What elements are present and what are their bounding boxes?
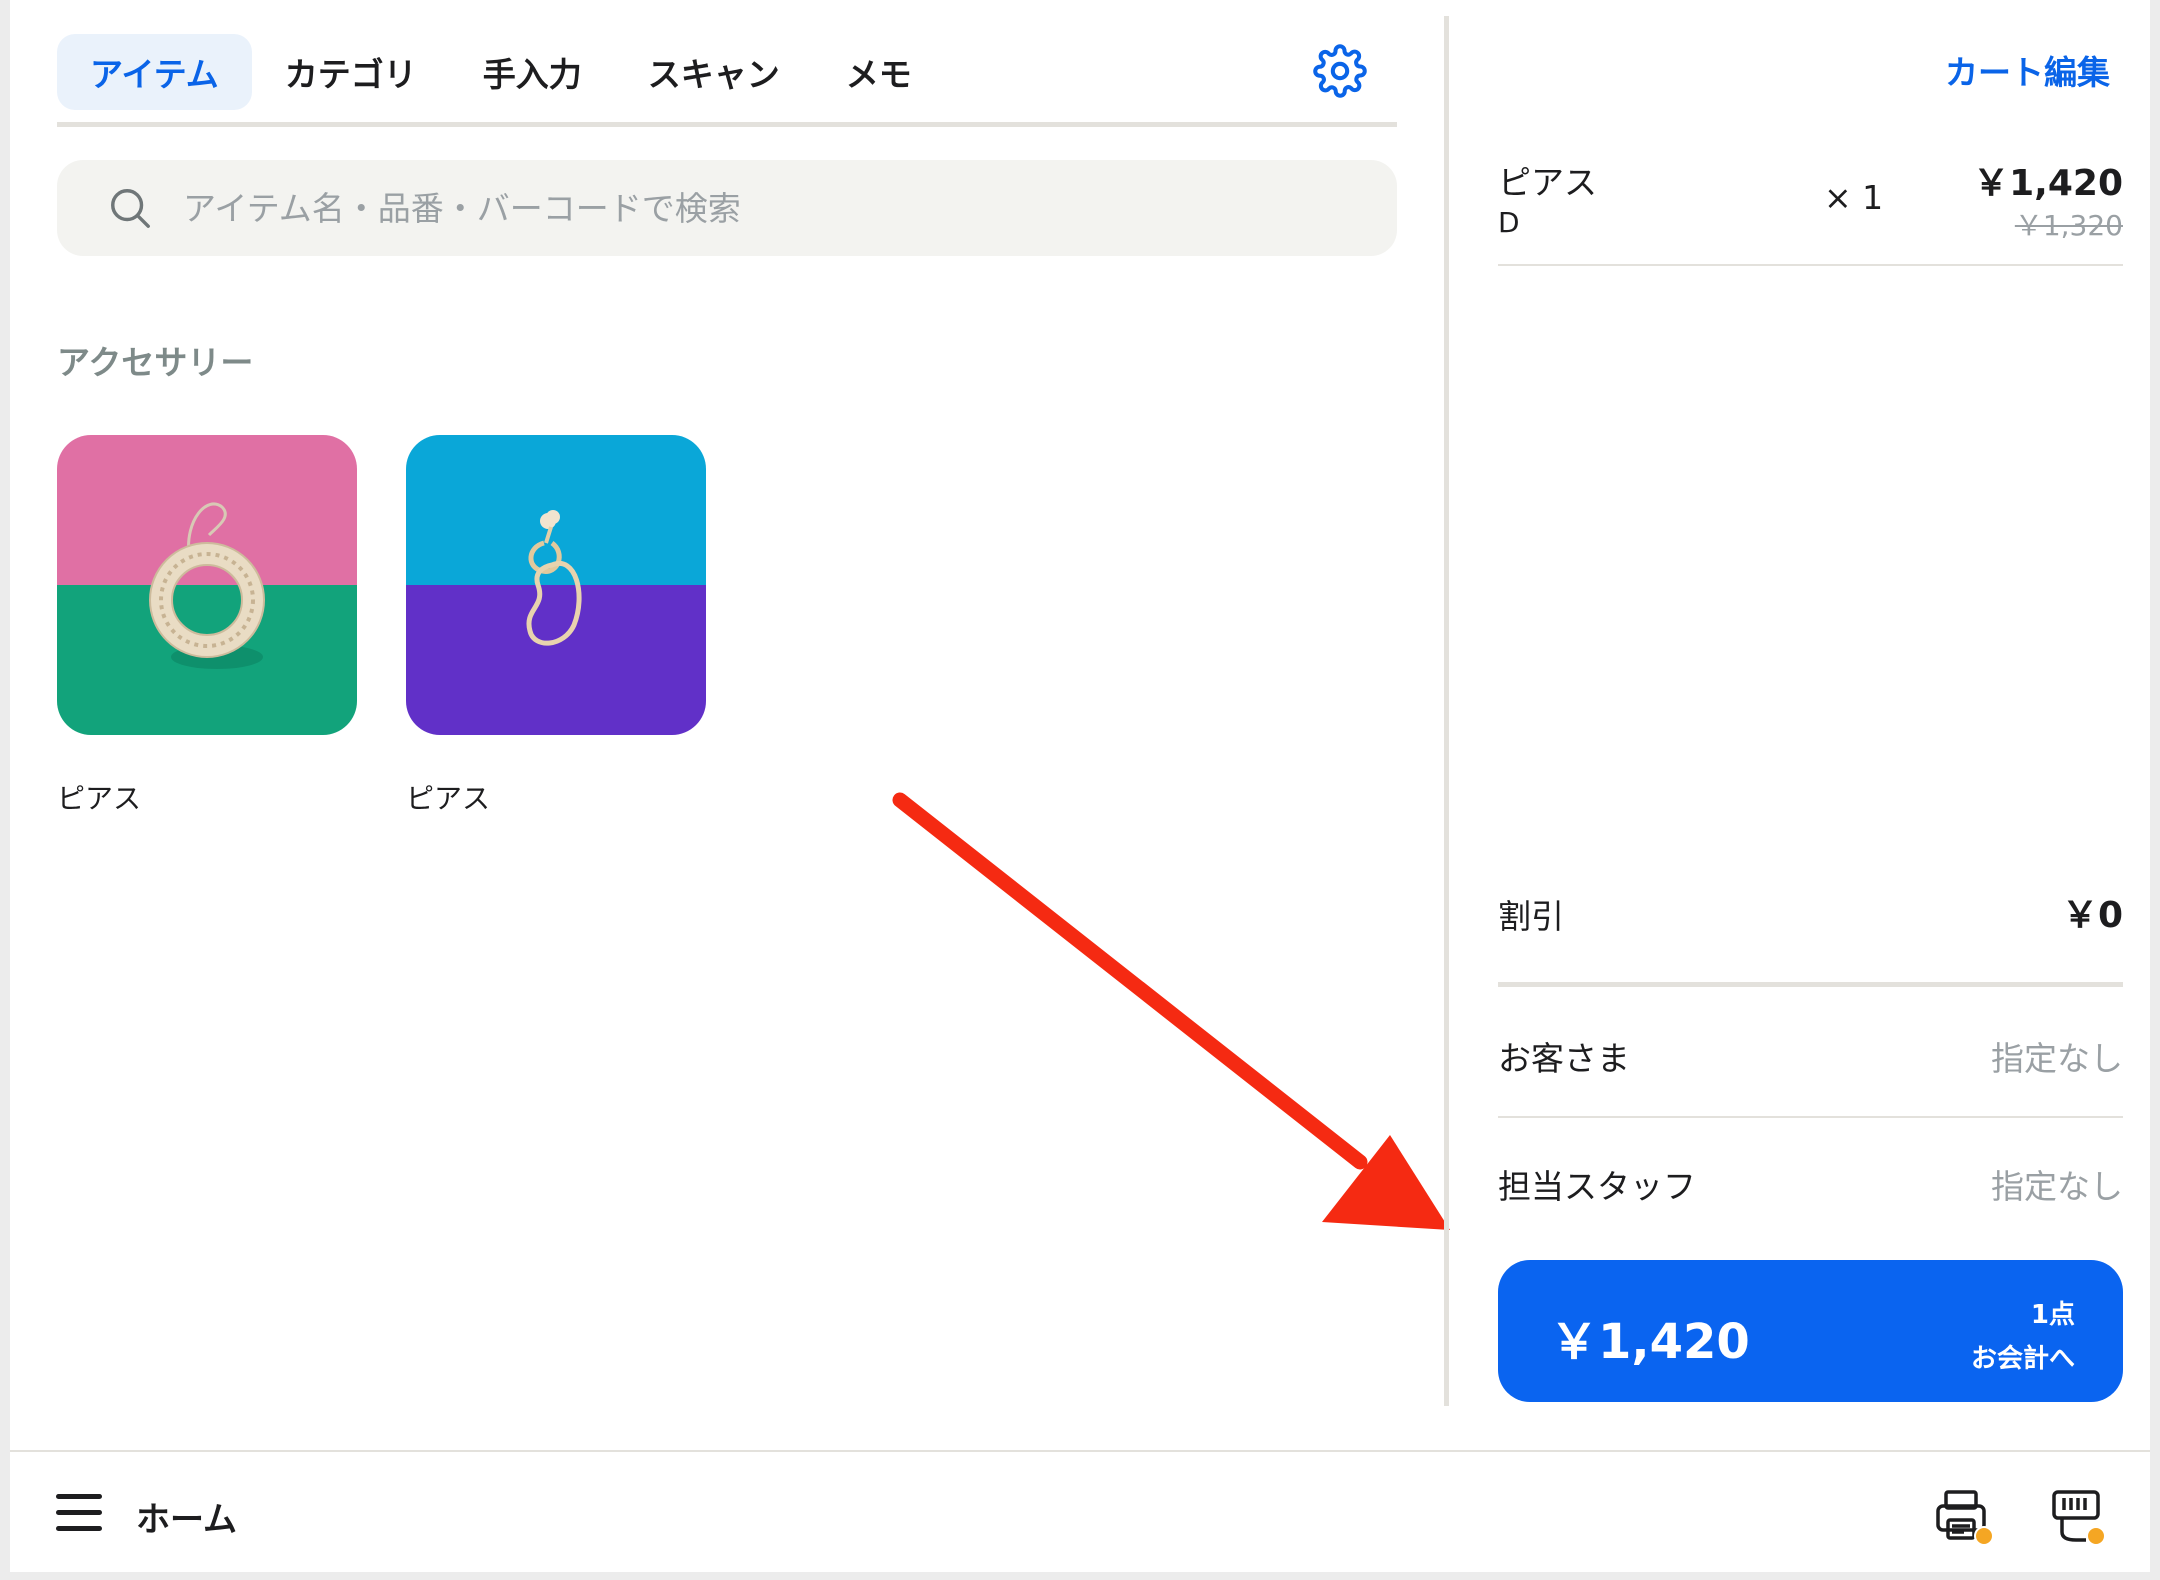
cart-line-price: ￥1,420 <box>1973 163 2123 204</box>
cart-line-original-price: ￥1,320 <box>2014 209 2123 242</box>
staff-row[interactable]: 担当スタッフ 指定なし <box>1498 1120 2123 1246</box>
customer-row[interactable]: お客さま 指定なし <box>1498 992 2123 1118</box>
item-tabs: アイテム カテゴリ 手入力 スキャン メモ <box>57 34 1397 110</box>
item-card[interactable]: ピアス <box>57 435 357 817</box>
home-label: ホーム <box>136 1500 237 1540</box>
cart-line-name: ピアス <box>1498 163 1597 202</box>
customer-label: お客さま <box>1498 1039 1630 1078</box>
discount-label: 割引 <box>1498 897 1564 936</box>
category-title: アクセサリー <box>57 343 254 382</box>
discount-divider <box>1498 982 2123 987</box>
item-label: ピアス <box>406 782 491 815</box>
pane-divider <box>1444 16 1449 1406</box>
search-icon <box>111 189 150 228</box>
search-bar <box>57 160 1397 256</box>
tab-memo[interactable]: メモ <box>813 34 945 110</box>
discount-row[interactable]: 割引 ￥0 <box>1498 878 2123 938</box>
app-window: アイテム カテゴリ 手入力 スキャン メモ アクセサリー <box>10 0 2150 1572</box>
item-thumbnail <box>57 435 357 735</box>
card-reader-icon[interactable] <box>2046 1484 2110 1548</box>
tabs-underline <box>57 122 1397 127</box>
checkout-total: ￥1,420 <box>1550 1314 1750 1370</box>
cart-edit-button[interactable]: カート編集 <box>1945 46 2110 94</box>
tab-items[interactable]: アイテム <box>57 34 252 110</box>
hoop-earring-image <box>149 502 265 669</box>
checkout-label: お会計へ <box>1970 1344 2075 1374</box>
item-card[interactable]: ピアス <box>406 435 706 817</box>
discount-value: ￥0 <box>2061 895 2123 936</box>
gear-icon[interactable] <box>1313 44 1367 98</box>
tab-manual-entry[interactable]: 手入力 <box>450 34 615 110</box>
hamburger-menu-icon[interactable] <box>56 1492 102 1534</box>
staff-label: 担当スタッフ <box>1498 1167 1696 1206</box>
annotation-arrow <box>892 792 1450 1230</box>
customer-value: 指定なし <box>1991 1039 2123 1078</box>
tab-categories[interactable]: カテゴリ <box>252 34 450 110</box>
item-thumbnail <box>406 435 706 735</box>
cart-line-quantity: × 1 <box>1824 178 1884 217</box>
bottom-bar: ホーム <box>10 1450 2150 1572</box>
link-earring-image <box>526 510 582 646</box>
tab-scan[interactable]: スキャン <box>615 34 813 110</box>
checkout-item-count: 1点 <box>2030 1300 2075 1330</box>
cart-line-item[interactable]: ピアス D × 1 ￥1,420 ￥1,320 <box>1498 148 2123 266</box>
checkout-button[interactable]: ￥1,420 1点 お会計へ <box>1498 1260 2123 1402</box>
printer-icon[interactable] <box>1932 1484 1996 1548</box>
cart-line-variant: D <box>1498 206 1520 239</box>
search-input[interactable] <box>183 188 1283 228</box>
item-label: ピアス <box>57 782 142 815</box>
staff-value: 指定なし <box>1991 1167 2123 1206</box>
